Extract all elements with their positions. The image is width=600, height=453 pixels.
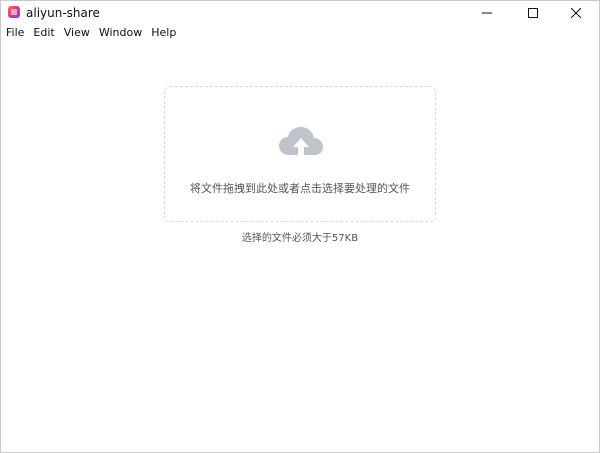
maximize-button[interactable] [510,1,556,25]
menu-bar: File Edit View Window Help [1,25,599,41]
menu-window[interactable]: Window [99,25,142,41]
menu-file[interactable]: File [6,25,24,41]
close-button[interactable] [553,1,599,25]
maximize-icon [528,8,538,18]
menu-view[interactable]: View [64,25,90,41]
menu-help[interactable]: Help [151,25,176,41]
drop-instruction-text: 将文件拖拽到此处或者点击选择要处理的文件 [190,182,410,195]
app-window: aliyun-share File Edit View Window Help [0,0,600,453]
menu-edit[interactable]: Edit [33,25,54,41]
title-bar[interactable]: aliyun-share [1,1,599,25]
close-icon [571,8,581,18]
minimize-button[interactable] [464,1,510,25]
app-logo-icon [8,6,20,18]
window-title: aliyun-share [26,6,100,20]
file-size-hint: 选择的文件必须大于57KB [241,233,359,244]
file-drop-zone[interactable]: 将文件拖拽到此处或者点击选择要处理的文件 [164,86,436,222]
minimize-icon [482,12,492,14]
cloud-upload-icon [279,127,323,156]
